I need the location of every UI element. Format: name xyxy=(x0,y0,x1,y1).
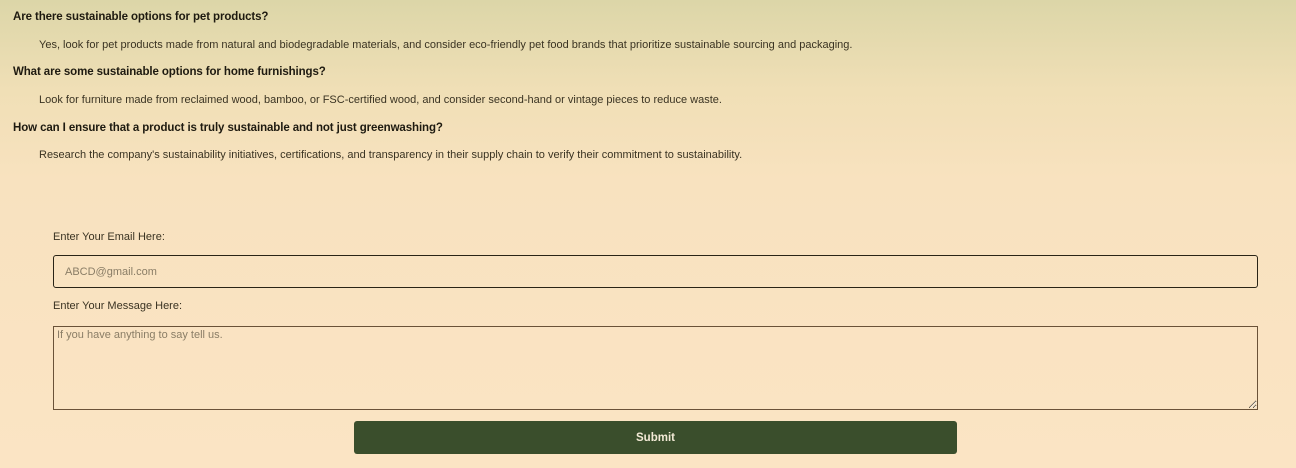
faq-answer: Look for furniture made from reclaimed w… xyxy=(39,94,722,106)
message-label: Enter Your Message Here: xyxy=(53,300,183,312)
submit-button[interactable]: Submit xyxy=(354,421,957,454)
faq-question: What are some sustainable options for ho… xyxy=(13,66,326,78)
faq-question: How can I ensure that a product is truly… xyxy=(13,122,443,134)
faq-answer: Yes, look for pet products made from nat… xyxy=(39,39,853,51)
message-textarea[interactable] xyxy=(53,326,1258,410)
email-label: Enter Your Email Here: xyxy=(53,231,165,243)
faq-question: Are there sustainable options for pet pr… xyxy=(13,11,269,23)
email-field[interactable] xyxy=(53,255,1258,288)
faq-answer: Research the company's sustainability in… xyxy=(39,149,743,161)
